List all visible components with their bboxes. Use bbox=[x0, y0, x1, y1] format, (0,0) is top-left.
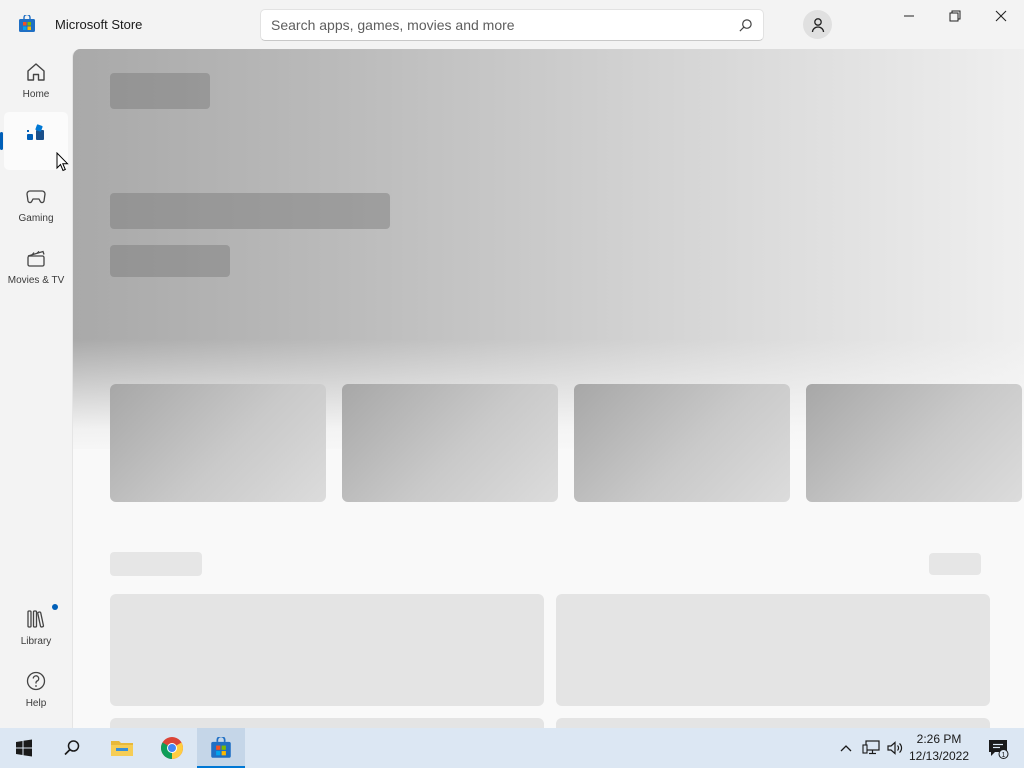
title-bar: Microsoft Store bbox=[0, 0, 1024, 49]
restore-icon bbox=[949, 10, 961, 22]
featured-card-placeholder bbox=[342, 384, 558, 502]
microsoft-store-icon bbox=[211, 737, 231, 758]
sidebar-item-movies-tv[interactable]: Movies & TV bbox=[4, 237, 68, 295]
user-avatar[interactable] bbox=[803, 10, 832, 39]
taskbar-clock[interactable]: 2:26 PM 12/13/2022 bbox=[906, 731, 972, 765]
app-tile-placeholder bbox=[110, 718, 544, 728]
restore-button[interactable] bbox=[932, 0, 978, 32]
person-icon bbox=[811, 17, 824, 32]
sidebar-item-home[interactable]: Home bbox=[4, 51, 68, 109]
sidebar-item-label: Help bbox=[25, 698, 47, 709]
minimize-button[interactable] bbox=[886, 0, 932, 32]
featured-card-placeholder bbox=[574, 384, 790, 502]
start-button[interactable] bbox=[0, 728, 48, 768]
mouse-cursor-icon bbox=[56, 152, 69, 172]
navigation-sidebar: Home Gaming Movies & TV Library Help bbox=[0, 49, 72, 728]
library-icon bbox=[27, 610, 45, 628]
taskbar-microsoft-store[interactable] bbox=[197, 728, 245, 768]
file-explorer-icon bbox=[111, 741, 133, 756]
main-content bbox=[72, 49, 1024, 728]
app-tile-placeholder bbox=[110, 594, 544, 706]
app-tile-placeholder bbox=[556, 718, 990, 728]
action-center-button[interactable]: 1 bbox=[980, 728, 1016, 768]
section-title-placeholder bbox=[110, 552, 202, 576]
sidebar-item-gaming[interactable]: Gaming bbox=[4, 175, 68, 233]
sidebar-item-label: Movies & TV bbox=[7, 275, 65, 286]
app-tile-placeholder bbox=[556, 594, 990, 706]
help-icon bbox=[26, 671, 46, 691]
see-all-placeholder bbox=[929, 553, 981, 575]
close-button[interactable] bbox=[978, 0, 1024, 32]
network-status-button[interactable] bbox=[860, 728, 882, 768]
sidebar-item-label: Home bbox=[22, 89, 50, 100]
featured-card-placeholder bbox=[110, 384, 326, 502]
taskbar-search-button[interactable] bbox=[48, 728, 96, 768]
home-icon bbox=[27, 63, 45, 81]
hero-button-placeholder bbox=[110, 245, 230, 277]
notification-icon: 1 bbox=[989, 740, 1009, 759]
taskbar-file-explorer[interactable] bbox=[98, 728, 146, 768]
hero-title-placeholder bbox=[110, 73, 210, 109]
search-box[interactable] bbox=[260, 9, 764, 41]
search-icon bbox=[64, 740, 80, 756]
search-icon[interactable] bbox=[738, 18, 753, 33]
volume-button[interactable] bbox=[884, 728, 906, 768]
sidebar-item-label: Library bbox=[20, 636, 52, 647]
network-icon bbox=[862, 740, 880, 755]
taskbar-chrome[interactable] bbox=[148, 728, 196, 768]
microsoft-store-logo-icon bbox=[19, 15, 35, 32]
taskbar: 2:26 PM 12/13/2022 1 bbox=[0, 728, 1024, 768]
clapperboard-icon bbox=[27, 250, 45, 267]
sidebar-item-label: Gaming bbox=[18, 213, 54, 224]
show-hidden-icons-button[interactable] bbox=[836, 728, 856, 768]
chrome-icon bbox=[161, 737, 183, 759]
clock-time: 2:26 PM bbox=[916, 732, 962, 746]
app-title: Microsoft Store bbox=[55, 17, 143, 32]
library-update-badge bbox=[52, 604, 58, 610]
hero-subtitle-placeholder bbox=[110, 193, 390, 229]
featured-card-placeholder bbox=[806, 384, 1022, 502]
speaker-icon bbox=[887, 741, 903, 755]
sidebar-item-library[interactable]: Library bbox=[4, 598, 68, 656]
gamepad-icon bbox=[26, 190, 46, 204]
start-icon bbox=[16, 739, 32, 757]
clock-date: 12/13/2022 bbox=[908, 749, 970, 763]
search-input[interactable] bbox=[271, 10, 731, 40]
minimize-icon bbox=[904, 15, 914, 17]
apps-icon bbox=[27, 124, 44, 140]
chevron-up-icon bbox=[840, 745, 852, 752]
sidebar-item-help[interactable]: Help bbox=[4, 660, 68, 718]
close-icon bbox=[995, 10, 1007, 22]
active-indicator bbox=[0, 132, 3, 150]
notification-count: 1 bbox=[1002, 752, 1006, 759]
